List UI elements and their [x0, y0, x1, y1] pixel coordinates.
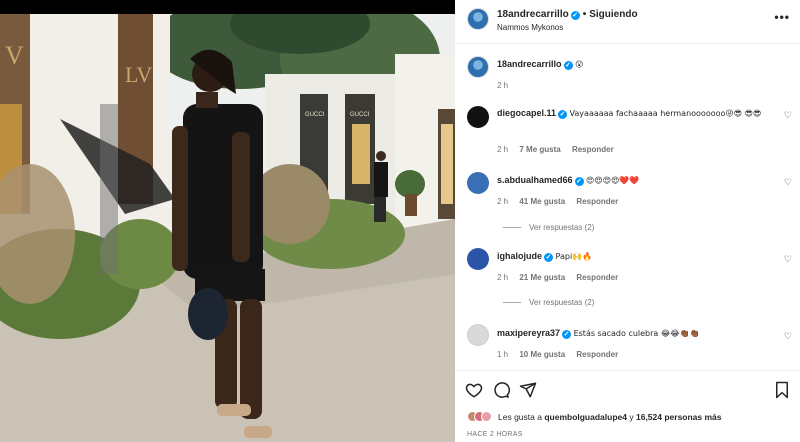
comment-body: Estás sacado culebra 😂😂👏🏾👏🏾 — [573, 329, 700, 338]
post-image: V LV GUCCI GUCCI — [0, 14, 455, 442]
verified-icon: ✓ — [570, 11, 580, 20]
caption-meta: 2 h — [497, 81, 517, 90]
comment-like-icon[interactable]: ♡ — [784, 177, 792, 188]
comment-username[interactable]: maxipereyra37 — [497, 328, 560, 338]
comment-text: ighalojude ✓ Papi🙌🔥 — [497, 250, 777, 263]
post-header: 18andrecarrillo ✓ • Siguiendo Nammos Mykono… — [455, 0, 800, 44]
verified-icon: ✓ — [563, 61, 573, 70]
reply-button[interactable]: Responder — [572, 145, 614, 154]
comment-icon[interactable] — [492, 381, 510, 399]
comment-avatar[interactable] — [467, 248, 489, 270]
comment-likes[interactable]: 21 Me gusta — [519, 273, 565, 282]
comment-like-icon[interactable]: ♡ — [784, 110, 792, 121]
likes-middle: y — [629, 411, 634, 422]
comment-text: s.abdualhamed66 ✓ 😍😍😍😍❤️❤️ — [497, 174, 777, 187]
verified-icon: ✓ — [574, 177, 584, 186]
comment-body: Papi🙌🔥 — [555, 252, 593, 261]
caption-avatar[interactable] — [467, 56, 489, 78]
comment-time: 1 h — [497, 350, 509, 359]
post-location[interactable]: Nammos Mykonos — [497, 23, 563, 32]
svg-text:GUCCI: GUCCI — [350, 112, 370, 118]
post-photo[interactable]: V LV GUCCI GUCCI — [0, 0, 455, 442]
svg-text:V: V — [5, 41, 24, 70]
more-options-icon[interactable]: ••• — [774, 10, 790, 24]
comment-likes[interactable]: 7 Me gusta — [519, 145, 560, 154]
verified-icon: ✓ — [558, 110, 568, 119]
comment-time: 2 h — [497, 273, 509, 282]
likes-prefix: Les gusta a — [498, 411, 542, 422]
comment-likes[interactable]: 41 Me gusta — [519, 197, 565, 206]
heart-icon[interactable] — [465, 381, 483, 399]
comment-meta: 2 h 41 Me gusta Responder — [497, 197, 627, 206]
reply-button[interactable]: Responder — [576, 273, 618, 282]
comment-text: diegocapel.11 ✓ Vayaaaaaa fachaaaaa herma… — [497, 107, 777, 120]
bookmark-icon[interactable] — [773, 381, 791, 399]
liker-avatars — [467, 411, 492, 424]
dot-separator: • — [582, 9, 587, 20]
author-username[interactable]: 18andrecarrillo — [497, 9, 569, 20]
comment-avatar[interactable] — [467, 172, 489, 194]
view-replies-button[interactable]: Ver respuestas (2) — [503, 298, 594, 307]
comment-time: 2 h — [497, 197, 509, 206]
comment-body: Vayaaaaaa fachaaaaa hermanooooooo😜😎 😎😎 — [569, 109, 762, 118]
svg-text:LV: LV — [125, 62, 152, 87]
comment-meta: 1 h 10 Me gusta Responder — [497, 350, 627, 359]
view-replies-label[interactable]: Ver respuestas (2) — [529, 223, 594, 232]
share-icon[interactable] — [519, 381, 537, 399]
comment-body: 😍😍😍😍❤️❤️ — [586, 176, 640, 185]
caption-body: 😮 — [575, 60, 584, 69]
verified-icon: ✓ — [544, 253, 553, 262]
view-replies-label[interactable]: Ver respuestas (2) — [529, 298, 594, 307]
replies-line — [503, 227, 521, 229]
verified-icon: ✓ — [562, 330, 572, 339]
svg-text:GUCCI: GUCCI — [305, 112, 325, 118]
comment-avatar[interactable] — [467, 324, 489, 346]
post-side-panel: 18andrecarrillo ✓ • Siguiendo Nammos Mykono… — [455, 0, 800, 442]
comment-meta: 2 h 21 Me gusta Responder — [497, 273, 627, 282]
comment-meta: 2 h 7 Me gusta Responder — [497, 145, 623, 154]
reply-button[interactable]: Responder — [576, 197, 618, 206]
post-time-ago: HACE 2 HORAS — [467, 431, 523, 438]
caption-text: 18andrecarrillo ✓ 😮 — [497, 58, 777, 71]
comment-like-icon[interactable]: ♡ — [784, 331, 792, 342]
likes-count[interactable]: 16,524 personas más — [636, 412, 722, 422]
view-replies-button[interactable]: Ver respuestas (2) — [503, 223, 594, 232]
replies-line — [503, 302, 521, 304]
comment-username[interactable]: ighalojude — [497, 251, 542, 261]
author-avatar[interactable] — [467, 8, 489, 30]
author-line: 18andrecarrillo ✓ • Siguiendo — [497, 9, 638, 20]
likes-user[interactable]: quembolguadalupe4 — [544, 412, 627, 422]
comment-avatar[interactable] — [467, 106, 489, 128]
photo-top-bar — [0, 0, 455, 14]
comment-likes[interactable]: 10 Me gusta — [519, 350, 565, 359]
comment-text: maxipereyra37 ✓ Estás sacado culebra 😂😂👏🏾… — [497, 327, 777, 340]
likes-summary[interactable]: Les gusta a quembolguadalupe4 y 16,524 p… — [467, 411, 722, 424]
comment-username[interactable]: diegocapel.11 — [497, 108, 556, 118]
caption-username[interactable]: 18andrecarrillo — [497, 59, 562, 69]
caption-time: 2 h — [497, 81, 509, 90]
post-actions: Les gusta a quembolguadalupe4 y 16,524 p… — [455, 370, 800, 442]
comment-time: 2 h — [497, 145, 509, 154]
reply-button[interactable]: Responder — [576, 350, 618, 359]
following-button[interactable]: Siguiendo — [589, 9, 637, 20]
comment-username[interactable]: s.abdualhamed66 — [497, 175, 573, 185]
comment-like-icon[interactable]: ♡ — [784, 254, 792, 265]
